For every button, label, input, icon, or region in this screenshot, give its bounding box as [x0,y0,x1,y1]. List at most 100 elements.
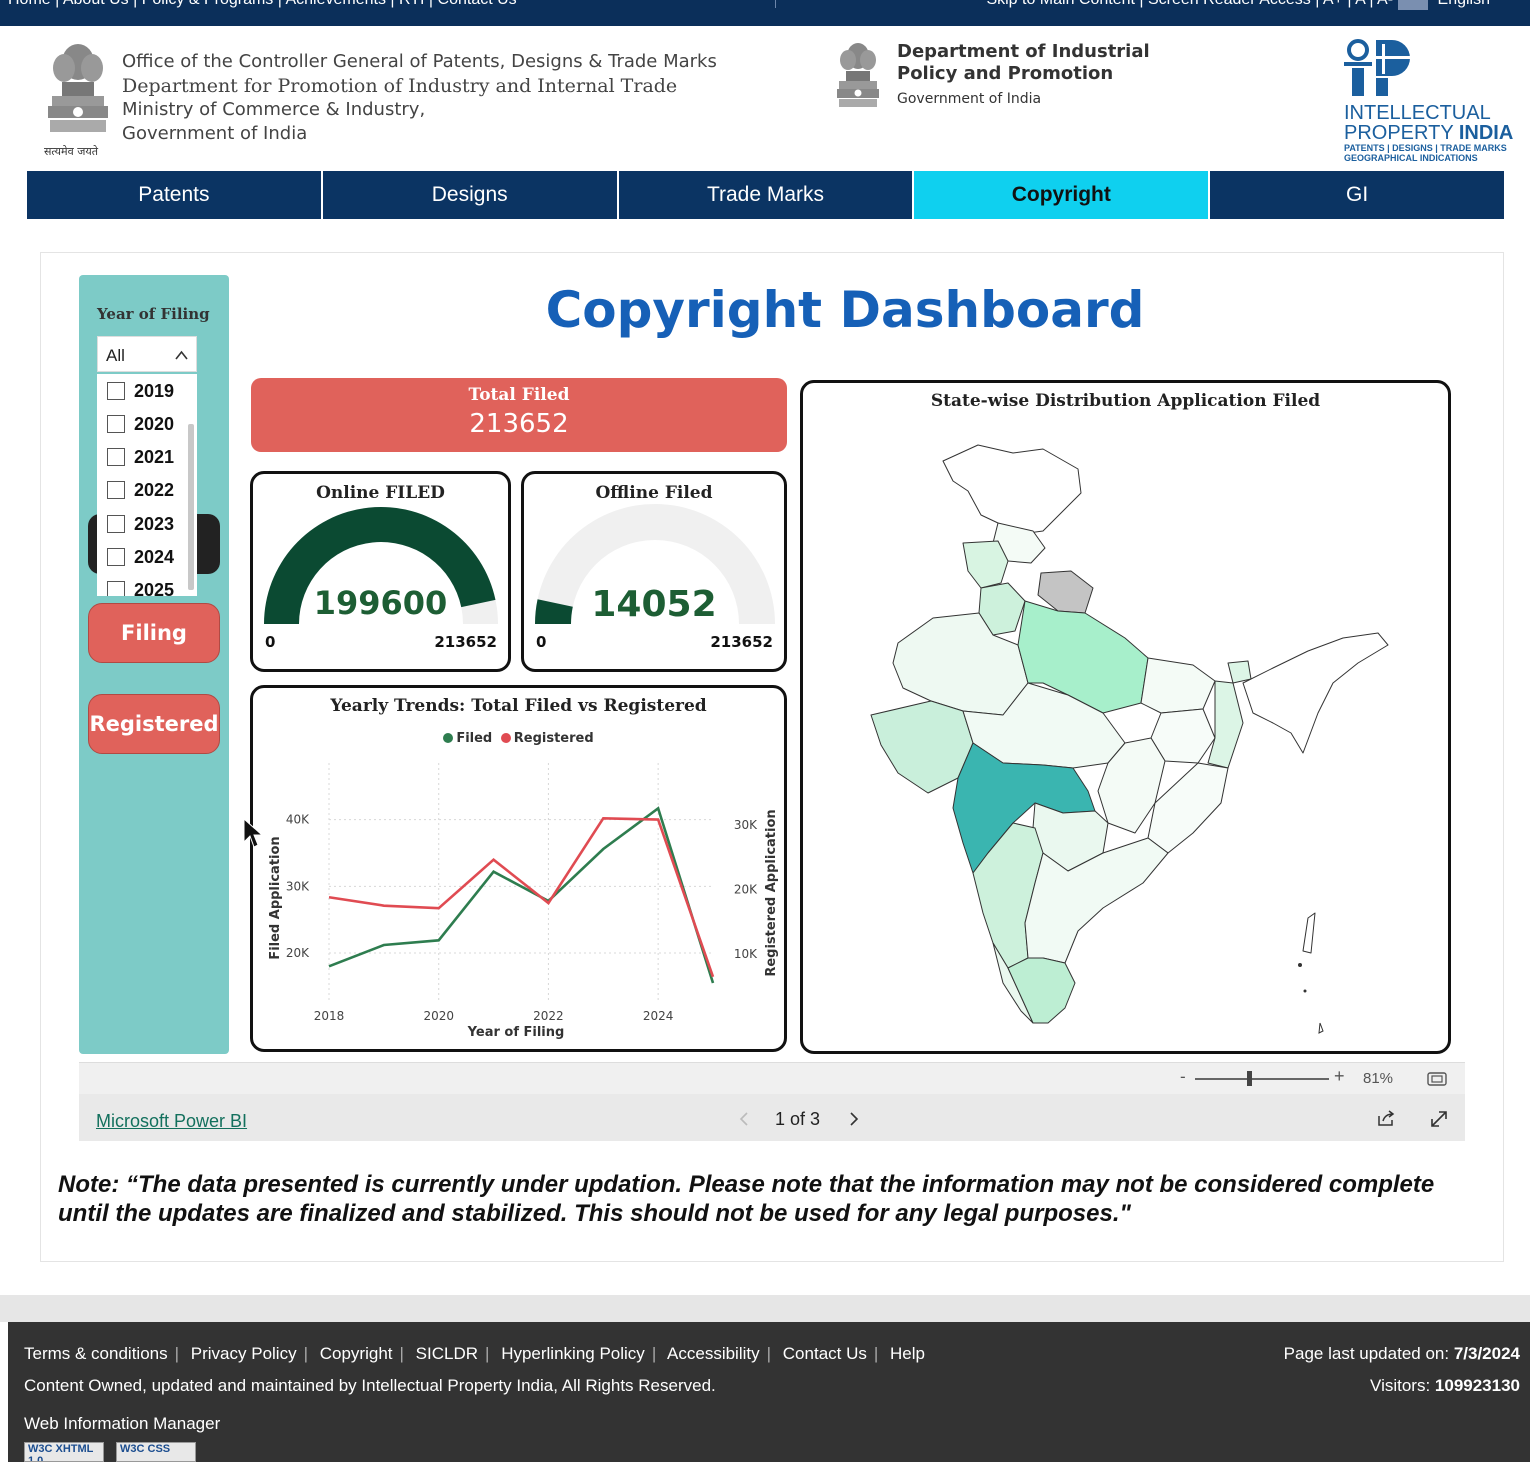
slicer-scrollbar[interactable] [188,424,194,590]
footer-link-copyright[interactable]: Copyright [320,1344,393,1363]
india-map[interactable] [803,383,1448,1051]
zoom-in-button[interactable]: + [1334,1066,1345,1087]
x-axis-title: Year of Filing [467,1025,565,1040]
total-filed-label: Total Filed [468,385,570,405]
slicer-option-2021[interactable]: 2021 [107,446,174,468]
checkbox[interactable] [107,415,125,433]
map-region-andaman [1302,912,1316,954]
x-tick-label: 2018 [314,1009,345,1023]
map-region-wb [1207,680,1244,769]
zoom-level: 81% [1363,1070,1394,1087]
map-island-dot [1303,989,1307,993]
share-icon[interactable] [1376,1109,1396,1127]
slicer-option-2023[interactable]: 2023 [107,513,174,535]
accessibility-links[interactable]: Skip to Main Content | Screen Reader Acc… [986,0,1490,9]
footer-web-info-manager[interactable]: Web Information Manager [24,1414,220,1434]
year-slicer-list: 2019 2020 2021 2022 2023 2024 2025 [97,374,197,596]
x-tick-label: 2024 [643,1009,674,1023]
top-utility-bar: Home | About Us | Policy & Programs | Ac… [0,0,1530,26]
map-region-sikkim [1227,660,1252,684]
total-filed-card: Total Filed 213652 [251,378,787,452]
tab-trade-marks[interactable]: Trade Marks [618,171,913,219]
online-gauge-min: 0 [265,633,276,651]
disclaimer-note: Note: “The data presented is currently u… [58,1171,1435,1227]
dashboard-title: Copyright Dashboard [545,281,1145,339]
tab-designs[interactable]: Designs [322,171,617,219]
total-filed-value: 213652 [469,409,569,439]
x-tick-label: 2022 [533,1009,564,1023]
checkbox[interactable] [107,548,125,566]
ip-india-logo[interactable]: INTELLECTUAL PROPERTY INDIA PATENTS | DE… [1344,38,1514,163]
dipp-title-block: Department of Industrial Policy and Prom… [897,41,1150,107]
y-tick-label: 40K [286,813,310,827]
ip-india-mark-icon [1344,39,1414,96]
footer-link-accessibility[interactable]: Accessibility [667,1344,760,1363]
tab-copyright[interactable]: Copyright [914,171,1209,219]
checkbox[interactable] [107,515,125,533]
offline-gauge-min: 0 [536,633,547,651]
chevron-up-icon [175,350,188,360]
fullscreen-icon[interactable] [1429,1109,1449,1129]
y-tick-label: 20K [286,946,310,960]
slicer-option-2022[interactable]: 2022 [107,479,174,501]
next-page-icon[interactable] [849,1112,859,1126]
w3c-xhtml-badge[interactable]: W3C XHTML 1.0 [24,1442,104,1462]
office-line-2: Department for Promotion of Industry and… [122,75,678,97]
map-region-ne [1242,632,1389,754]
slicer-option-2020[interactable]: 2020 [107,413,174,435]
footer-link-sicldr[interactable]: SICLDR [416,1344,478,1363]
zoom-slider-thumb[interactable] [1247,1071,1252,1086]
office-line-3: Ministry of Commerce & Industry, [122,99,426,120]
footer-link-help[interactable]: Help [890,1344,925,1363]
footer-link-contact[interactable]: Contact Us [783,1344,867,1363]
offline-filed-card: Offline Filed 14052 0 213652 [521,471,787,672]
checkbox[interactable] [107,382,125,400]
powerbi-zoom-bar: - + 81% [79,1062,1465,1094]
series-line-filed [328,806,715,984]
filing-button[interactable]: Filing [88,603,220,663]
online-filed-value: 199600 [313,584,448,622]
trend-chart: 20K 30K 40K 10K 20K 30K 2018 2020 2022 2024 Year o… [268,763,779,1040]
online-filed-card: Online FILED 199600 0 213652 [250,471,511,672]
y2-tick-label: 10K [734,947,758,961]
zoom-slider-track[interactable] [1195,1078,1329,1080]
footer-link-terms[interactable]: Terms & conditions [24,1344,168,1363]
tab-gi[interactable]: GI [1210,171,1504,219]
top-nav-links[interactable]: Home | About Us | Policy & Programs | Ac… [8,0,517,9]
dipp-line-3: Government of India [897,91,1042,107]
national-motto: सत्यमेव जयते [44,145,99,158]
slicer-option-2025[interactable]: 2025 [107,579,174,596]
footer-links: Terms & conditions | Privacy Policy | Copy… [24,1344,925,1363]
ipi-line-1: INTELLECTUAL [1344,102,1491,124]
slicer-option-2019[interactable]: 2019 [107,380,174,402]
footer-link-privacy[interactable]: Privacy Policy [191,1344,297,1363]
fit-to-page-icon[interactable] [1427,1071,1447,1087]
registered-button[interactable]: Registered [88,694,220,754]
slicer-title: Year of Filing [97,305,210,323]
map-island-nicobar [1318,1022,1324,1034]
zoom-out-button[interactable]: - [1180,1067,1186,1087]
map-region-punjab [962,540,1009,589]
year-slicer-dropdown[interactable]: All [97,336,197,372]
footer-visitors: Visitors: 109923130 [1370,1376,1520,1395]
checkbox[interactable] [107,481,125,499]
ipi-line-4: GEOGRAPHICAL INDICATIONS [1344,153,1478,163]
checkbox[interactable] [107,448,125,466]
map-region-bihar [1140,657,1216,714]
page-indicator: 1 of 3 [775,1109,821,1129]
footer-link-hyperlinking[interactable]: Hyperlinking Policy [501,1344,645,1363]
ipi-line-2: PROPERTY INDIA [1344,122,1514,144]
slicer-option-2024[interactable]: 2024 [107,546,174,568]
checkbox[interactable] [107,581,125,596]
office-title-block: Office of the Controller General of Pate… [122,50,717,146]
site-footer: Terms & conditions | Privacy Policy | Copy… [8,1322,1530,1462]
map-region-ap [1024,837,1169,964]
powerbi-link[interactable]: Microsoft Power BI [96,1111,247,1132]
tab-patents[interactable]: Patents [27,171,321,219]
dipp-emblem-icon [834,38,882,116]
offline-gauge-max: 213652 [710,633,773,651]
y2-axis-title: Registered Application [764,809,779,976]
w3c-css-badge[interactable]: W3C CSS [116,1442,196,1462]
footer-ownership: Content Owned, updated and maintained by… [24,1376,716,1395]
previous-page-icon[interactable] [739,1112,749,1126]
